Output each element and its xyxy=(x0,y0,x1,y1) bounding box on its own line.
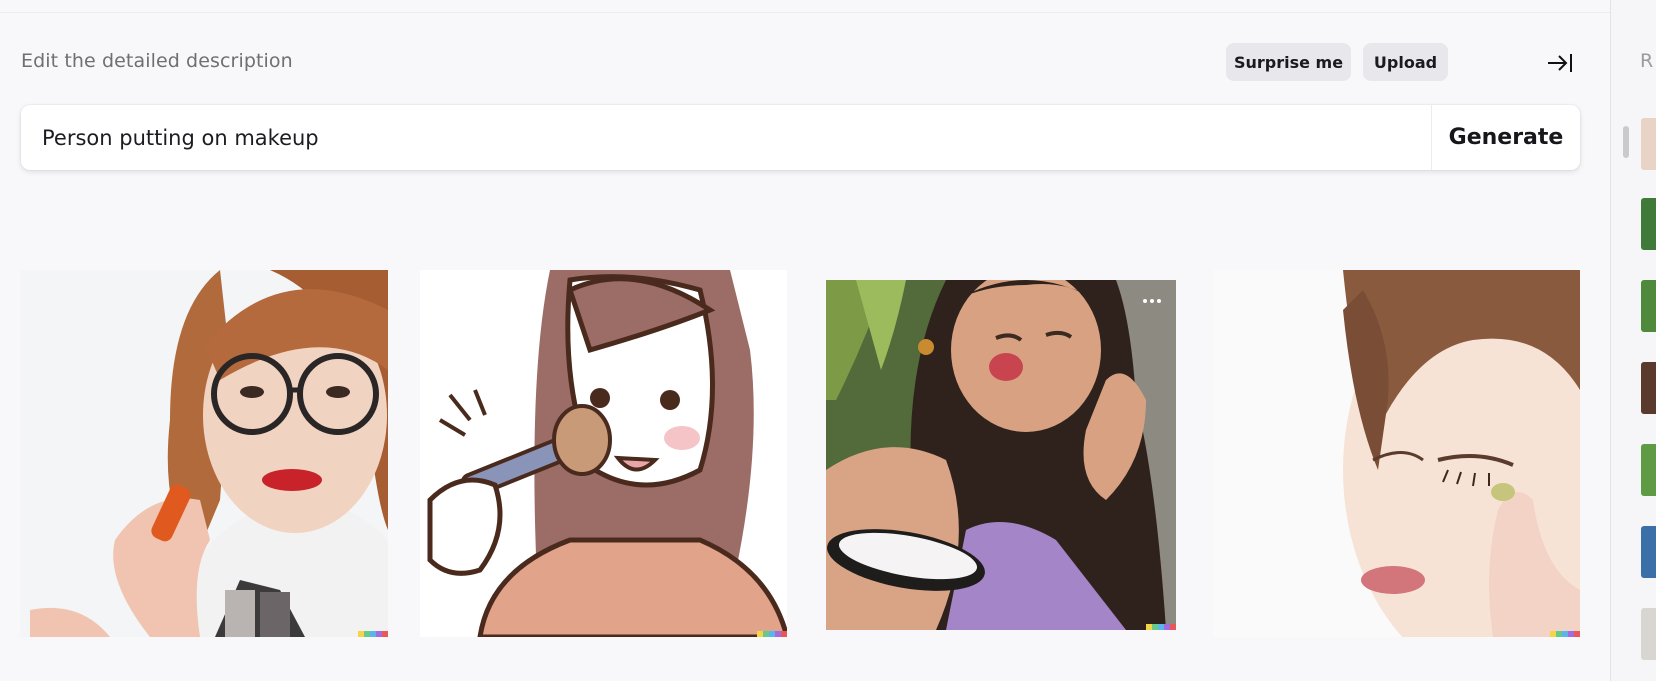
result-image-1[interactable] xyxy=(20,270,388,637)
history-thumbnail[interactable] xyxy=(1641,526,1656,578)
generate-button[interactable]: Generate xyxy=(1432,105,1580,170)
history-thumbnail[interactable] xyxy=(1641,362,1656,414)
history-thumbnail[interactable] xyxy=(1641,608,1656,660)
watermark xyxy=(757,631,787,637)
history-rail: R xyxy=(1610,0,1656,681)
woman-with-glasses-applying-lipstick-image xyxy=(20,270,388,637)
cartoon-woman-with-makeup-brush-image xyxy=(420,270,787,637)
history-scrollbar[interactable] xyxy=(1623,126,1629,158)
history-title-fragment: R xyxy=(1640,50,1654,72)
prompt-input[interactable] xyxy=(21,105,1431,170)
more-options-icon[interactable] xyxy=(1138,294,1166,308)
watermark xyxy=(1550,631,1580,637)
result-image-3[interactable] xyxy=(826,280,1176,630)
arrow-right-to-bar-icon[interactable] xyxy=(1546,50,1574,76)
upload-button[interactable]: Upload xyxy=(1363,43,1448,81)
woman-applying-eyeshadow-image xyxy=(1213,270,1580,637)
watermark xyxy=(358,631,388,637)
history-thumbnail[interactable] xyxy=(1641,444,1656,496)
history-thumbnail[interactable] xyxy=(1641,118,1656,170)
prompt-bar: Generate xyxy=(21,105,1580,170)
watermark xyxy=(1146,624,1176,630)
surprise-me-button[interactable]: Surprise me xyxy=(1226,43,1351,81)
editor-panel: Edit the detailed description Surprise m… xyxy=(0,0,1610,681)
woman-with-compact-mirror-image xyxy=(826,280,1176,630)
history-thumbnail[interactable] xyxy=(1641,280,1656,332)
result-image-2[interactable] xyxy=(420,270,787,637)
panel-title: Edit the detailed description xyxy=(21,50,293,72)
top-divider xyxy=(0,12,1610,13)
history-thumbnail[interactable] xyxy=(1641,198,1656,250)
result-image-4[interactable] xyxy=(1213,270,1580,637)
